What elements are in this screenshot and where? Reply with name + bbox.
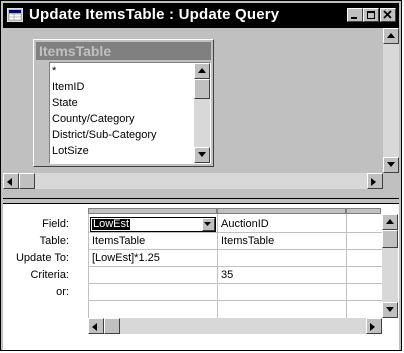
row-label-update-to: Update To: xyxy=(15,252,69,264)
scroll-down-button[interactable] xyxy=(194,147,210,163)
scroll-up-button[interactable] xyxy=(382,214,398,230)
arrow-up-icon xyxy=(387,33,395,38)
row-label-or: or: xyxy=(56,286,69,298)
restore-button[interactable] xyxy=(363,8,379,22)
scrollbar-corner xyxy=(383,173,399,189)
field-list-title[interactable]: ItemsTable xyxy=(36,42,211,60)
scroll-down-button[interactable] xyxy=(383,157,399,173)
table-pane: ItemsTable * ItemID State County/Categor… xyxy=(3,28,399,198)
scroll-thumb[interactable] xyxy=(194,79,210,99)
arrow-left-icon xyxy=(7,178,12,186)
column-selector[interactable] xyxy=(217,208,346,214)
scroll-down-button[interactable] xyxy=(382,302,398,318)
grid-line xyxy=(217,214,218,318)
row-label-field: Field: xyxy=(42,218,69,230)
grid-line xyxy=(88,232,382,233)
grid-line xyxy=(88,283,382,284)
scroll-left-button[interactable] xyxy=(88,318,104,334)
scroll-right-button[interactable] xyxy=(367,173,383,189)
field-value-selected[interactable]: LowEst xyxy=(92,219,131,230)
upper-horizontal-scrollbar[interactable] xyxy=(3,173,383,189)
field-list-scrollbar[interactable] xyxy=(194,63,210,163)
row-label-criteria: Criteria: xyxy=(30,269,69,281)
table-cell[interactable]: ItemsTable xyxy=(92,235,145,247)
query-window: Update ItemsTable : Update Query ItemsTa… xyxy=(0,0,402,351)
design-grid: Field: Table: Update To: Criteria: or: L… xyxy=(3,204,399,350)
grid-line xyxy=(88,266,382,267)
grid-vertical-scrollbar[interactable] xyxy=(382,214,398,318)
field-list-itemstable[interactable]: ItemsTable * ItemID State County/Categor… xyxy=(33,39,214,167)
query-window-icon[interactable] xyxy=(6,7,24,23)
column-selector[interactable] xyxy=(346,208,381,214)
title-bar[interactable]: Update ItemsTable : Update Query xyxy=(3,3,399,28)
scroll-thumb[interactable] xyxy=(19,173,35,189)
field-item[interactable]: ItemID xyxy=(52,81,84,93)
upper-vertical-scrollbar[interactable] xyxy=(383,28,399,173)
row-label-table: Table: xyxy=(39,235,69,247)
scroll-thumb[interactable] xyxy=(382,230,398,248)
field-item[interactable]: LotSize xyxy=(52,145,89,157)
field-item[interactable]: * xyxy=(52,65,56,77)
scroll-left-button[interactable] xyxy=(3,173,19,189)
window-title: Update ItemsTable : Update Query xyxy=(29,6,280,23)
arrow-right-icon xyxy=(370,323,375,331)
arrow-down-icon xyxy=(386,307,394,312)
criteria-cell[interactable]: 35 xyxy=(221,269,233,281)
scroll-right-button[interactable] xyxy=(366,318,382,334)
column-selector[interactable] xyxy=(88,208,217,214)
field-cell[interactable]: AuctionID xyxy=(221,218,269,230)
field-item[interactable]: County/Category xyxy=(52,113,135,125)
grid-line xyxy=(346,214,347,318)
grid-line xyxy=(88,214,89,318)
grid-line xyxy=(88,300,382,301)
scroll-up-button[interactable] xyxy=(194,63,210,79)
arrow-up-icon xyxy=(386,219,394,224)
chevron-down-icon xyxy=(204,222,211,226)
dropdown-button[interactable] xyxy=(202,218,215,231)
arrow-right-icon xyxy=(371,178,376,186)
arrow-down-icon xyxy=(387,162,395,167)
update-to-cell[interactable]: [LowEst]*1.25 xyxy=(92,252,160,264)
field-combo-lowest[interactable]: LowEst xyxy=(90,217,216,232)
grid-line xyxy=(88,249,382,250)
field-list-box[interactable]: * ItemID State County/Category District/… xyxy=(49,62,211,164)
restore-icon xyxy=(367,11,375,19)
minimize-button[interactable] xyxy=(347,8,363,22)
scroll-thumb[interactable] xyxy=(104,318,120,334)
close-button[interactable] xyxy=(380,8,396,22)
arrow-left-icon xyxy=(92,323,97,331)
scroll-up-button[interactable] xyxy=(383,28,399,44)
close-icon xyxy=(383,10,392,19)
minimize-icon xyxy=(351,17,357,19)
arrow-up-icon xyxy=(198,68,206,73)
field-item[interactable]: District/Sub-Category xyxy=(52,129,157,141)
arrow-down-icon xyxy=(198,152,206,157)
grid-horizontal-scrollbar[interactable] xyxy=(88,318,382,334)
field-item[interactable]: State xyxy=(52,97,78,109)
table-cell[interactable]: ItemsTable xyxy=(221,235,274,247)
